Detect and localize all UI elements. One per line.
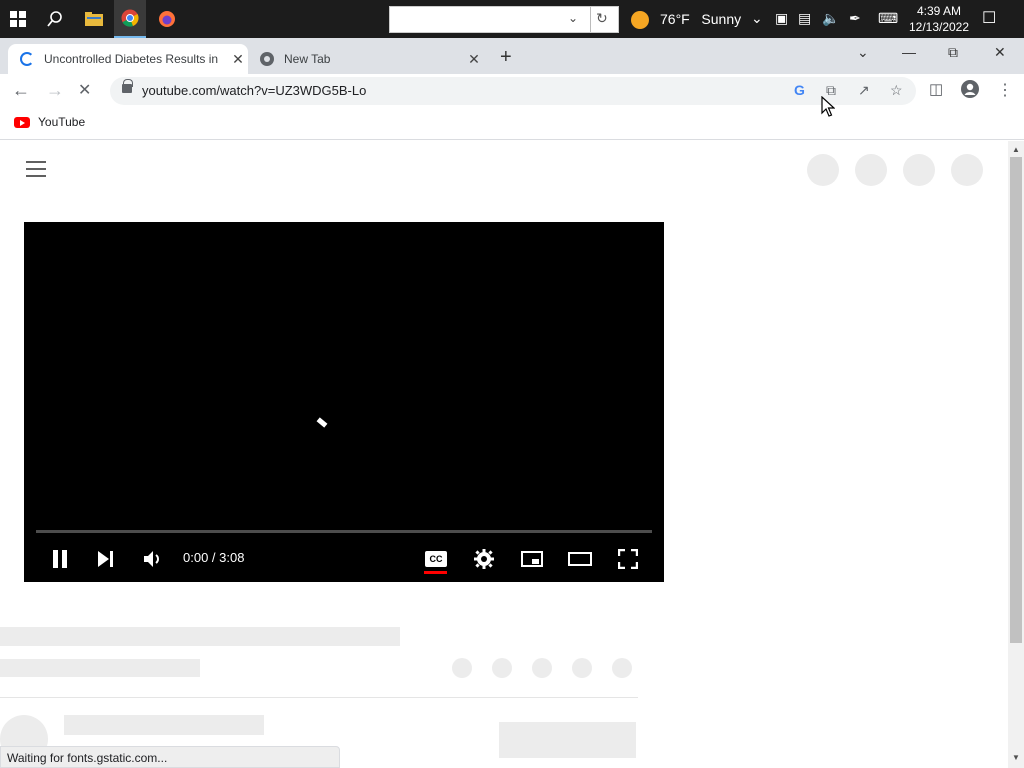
browser-toolbar: ← → ✕ youtube.com/watch?v=UZ3WDG5B-Lo G … xyxy=(0,74,1024,108)
close-window-icon[interactable]: ✕ xyxy=(994,44,1006,61)
youtube-page: 0:00 / 3:08 CC xyxy=(0,141,1008,768)
next-button[interactable] xyxy=(90,547,122,571)
action-placeholder-circle xyxy=(452,658,472,678)
youtube-icon xyxy=(14,117,30,128)
sun-icon[interactable] xyxy=(631,11,649,29)
tab-video[interactable]: Uncontrolled Diabetes Results in ✕ xyxy=(8,44,248,74)
menu-kebab-icon[interactable]: ⋮ xyxy=(997,80,1013,100)
chrome-taskbar-icon[interactable] xyxy=(114,0,146,38)
hamburger-menu-icon[interactable] xyxy=(26,161,46,182)
bookmark-star-icon[interactable]: ☆ xyxy=(890,82,903,99)
progress-bar[interactable] xyxy=(36,530,652,533)
action-placeholder-circle xyxy=(532,658,552,678)
scrollbar-thumb[interactable] xyxy=(1010,157,1022,643)
search-icon[interactable] xyxy=(40,0,70,38)
weather-widget[interactable]: 76°F Sunny xyxy=(660,11,741,27)
pen-icon[interactable]: ✒ xyxy=(849,10,861,27)
settings-button[interactable] xyxy=(468,547,500,571)
refresh-icon[interactable]: ↻ xyxy=(596,10,608,27)
cc-icon: CC xyxy=(425,551,447,567)
keyboard-icon[interactable]: ⌨ xyxy=(878,10,898,27)
divider xyxy=(590,7,591,32)
page-scrollbar[interactable]: ▲ ▼ xyxy=(1008,141,1024,768)
clock-date: 12/13/2022 xyxy=(908,20,970,34)
share-icon[interactable]: ↗ xyxy=(858,82,870,99)
action-placeholder-circle xyxy=(612,658,632,678)
file-explorer-icon[interactable] xyxy=(80,0,108,38)
header-placeholder-circle xyxy=(903,154,935,186)
header-placeholder-circle xyxy=(807,154,839,186)
forward-icon[interactable]: → xyxy=(46,80,64,101)
tab-search-icon[interactable]: ⌄ xyxy=(857,44,869,61)
bookmarks-bar: YouTube xyxy=(0,108,1024,140)
loading-spinner-icon xyxy=(20,52,34,66)
volume-icon[interactable]: 🔈 xyxy=(822,10,839,27)
weather-condition: Sunny xyxy=(701,11,742,27)
system-clock[interactable]: 4:39 AM 12/13/2022 xyxy=(904,3,974,35)
network-icon[interactable]: ▤ xyxy=(798,10,811,27)
side-panel-icon[interactable]: ◫ xyxy=(929,80,943,98)
header-placeholder-circle xyxy=(855,154,887,186)
action-placeholder-circle xyxy=(492,658,512,678)
video-player[interactable]: 0:00 / 3:08 CC xyxy=(24,222,664,582)
scroll-up-arrow-icon[interactable]: ▲ xyxy=(1012,145,1020,154)
chevron-down-icon[interactable]: ⌄ xyxy=(568,11,582,27)
theater-mode-button[interactable] xyxy=(564,547,596,571)
google-lens-icon[interactable]: G xyxy=(794,82,805,98)
chevron-up-icon[interactable]: ⌄ xyxy=(751,10,763,27)
subscribe-placeholder xyxy=(499,722,636,758)
minimize-icon[interactable]: — xyxy=(902,44,916,60)
tab-strip: Uncontrolled Diabetes Results in ✕ New T… xyxy=(0,38,1024,74)
divider xyxy=(0,697,638,698)
meta-placeholder xyxy=(0,659,200,677)
subtitles-active-indicator xyxy=(424,571,447,574)
scroll-down-arrow-icon[interactable]: ▼ xyxy=(1012,753,1020,762)
back-icon[interactable]: ← xyxy=(12,80,30,101)
volume-button[interactable] xyxy=(137,547,169,571)
weather-temp: 76°F xyxy=(660,11,690,27)
restore-icon[interactable]: ⧉ xyxy=(948,44,958,61)
status-text: Waiting for fonts.gstatic.com... xyxy=(7,751,168,765)
clock-time: 4:39 AM xyxy=(916,4,962,18)
pause-button[interactable] xyxy=(44,547,76,571)
status-bubble: Waiting for fonts.gstatic.com... xyxy=(0,746,340,768)
title-placeholder xyxy=(0,627,400,646)
channel-name-placeholder xyxy=(64,715,264,735)
meet-now-icon[interactable]: ▣ xyxy=(775,10,788,27)
fullscreen-button[interactable] xyxy=(612,547,644,571)
tab-new-tab[interactable]: New Tab ✕ xyxy=(250,44,484,74)
profile-avatar-icon[interactable] xyxy=(961,80,979,103)
header-placeholder-circle xyxy=(951,154,983,186)
windows-start-icon[interactable] xyxy=(4,0,32,38)
buffering-spinner xyxy=(316,417,328,428)
mouse-cursor-icon xyxy=(821,96,835,117)
tab-title: Uncontrolled Diabetes Results in xyxy=(44,52,219,66)
address-bar[interactable]: youtube.com/watch?v=UZ3WDG5B-Lo G ⧉ ↗ ☆ xyxy=(110,77,916,105)
lock-icon[interactable] xyxy=(122,79,133,93)
time-display: 0:00 / 3:08 xyxy=(183,550,245,565)
taskbar-address-input[interactable]: ⌄ ↻ xyxy=(389,6,619,33)
bookmark-label: YouTube xyxy=(38,115,86,129)
new-tab-button[interactable]: + xyxy=(500,46,512,69)
close-tab-icon[interactable]: ✕ xyxy=(228,51,248,68)
miniplayer-button[interactable] xyxy=(516,547,548,571)
chrome-icon xyxy=(260,52,274,66)
firefox-taskbar-icon[interactable] xyxy=(152,0,182,38)
stop-loading-icon[interactable]: ✕ xyxy=(78,80,91,100)
notification-icon[interactable]: ☐ xyxy=(982,8,996,28)
tab-title: New Tab xyxy=(284,52,331,66)
subtitles-button[interactable]: CC xyxy=(420,547,452,571)
close-tab-icon[interactable]: ✕ xyxy=(464,51,484,68)
windows-taskbar: ⌄ ↻ 76°F Sunny ⌄ ▣ ▤ 🔈 ✒ ⌨ 4:39 AM 12/13… xyxy=(0,0,1024,38)
url-text[interactable]: youtube.com/watch?v=UZ3WDG5B-Lo xyxy=(142,83,366,98)
action-placeholder-circle xyxy=(572,658,592,678)
